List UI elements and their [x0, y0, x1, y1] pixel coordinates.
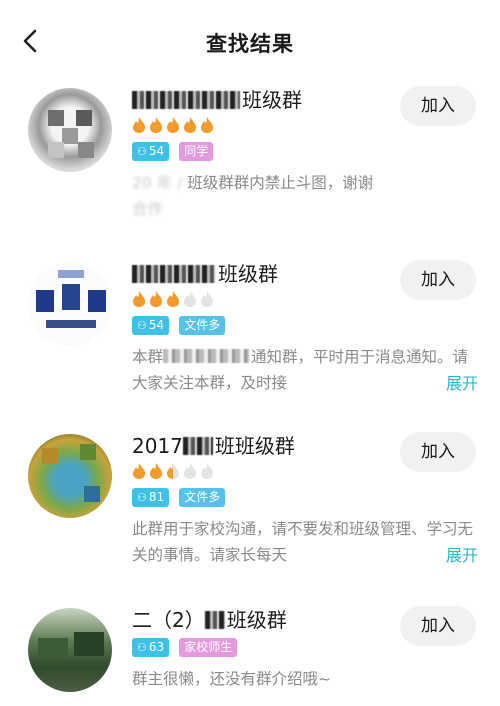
category-tag: 文件多 — [179, 488, 226, 507]
person-icon: ⚇ — [137, 145, 147, 158]
category-tag: 同学 — [179, 142, 214, 161]
group-avatar — [28, 608, 112, 692]
activity-flames — [132, 116, 217, 136]
person-icon: ⚇ — [137, 319, 147, 332]
activity-flames — [132, 290, 217, 310]
tag-row: ⚇ 63 家校师生 — [132, 638, 242, 658]
group-name: 班级群 — [132, 84, 302, 113]
tag-row: ⚇ 81 文件多 — [132, 488, 230, 508]
redacted-text — [132, 91, 240, 109]
join-button[interactable]: 加入 — [400, 432, 476, 472]
group-name: 班级群 — [132, 258, 278, 287]
top-bar: 查找结果 — [0, 0, 500, 88]
group-result-card[interactable]: 班级群 ⚇ 54 文件多 本群 通知群，平时用于消息通知。请大家关注本群，及时接 展… — [0, 258, 500, 408]
group-name: 2017 班班级群 — [132, 434, 295, 458]
activity-flames — [132, 462, 217, 482]
flame-icon — [183, 290, 197, 308]
flame-icon — [149, 462, 163, 480]
tag-row: ⚇ 54 同学 — [132, 142, 218, 162]
page-title: 查找结果 — [206, 32, 294, 56]
join-button[interactable]: 加入 — [400, 86, 476, 126]
group-result-card[interactable]: 2017 班班级群 ⚇ 81 文件多 此群用于家校沟通，请不要发和班级管理、学习无关… — [0, 430, 500, 580]
member-count-badge: ⚇ 63 — [132, 638, 170, 657]
group-result-card[interactable]: 二（2） 班级群 ⚇ 63 家校师生 群主很懒，还没有群介绍哦~ 加入 — [0, 604, 500, 704]
group-description: 此群用于家校沟通，请不要发和班级管理、学习无关的事情。请家长每天 — [132, 520, 474, 564]
flame-icon — [132, 290, 146, 308]
member-count-badge: ⚇ 54 — [132, 316, 170, 335]
group-avatar — [28, 88, 112, 172]
flame-icon — [149, 116, 163, 134]
redacted-text — [204, 611, 225, 629]
person-icon: ⚇ — [137, 641, 147, 654]
join-button[interactable]: 加入 — [400, 260, 476, 300]
group-result-card[interactable]: 班级群 ⚇ 54 同学 20 年 / 班级群群内禁止斗图，谢谢 合作 加入 — [0, 84, 500, 234]
join-button[interactable]: 加入 — [400, 606, 476, 646]
flame-icon — [132, 116, 146, 134]
tag-row: ⚇ 54 文件多 — [132, 316, 230, 336]
group-avatar — [28, 262, 112, 346]
flame-icon — [200, 116, 214, 134]
redacted-text — [182, 437, 213, 455]
expand-link[interactable]: 展开 — [446, 542, 478, 566]
person-icon: ⚇ — [137, 491, 147, 504]
flame-icon — [200, 462, 214, 480]
flame-icon — [183, 116, 197, 134]
group-avatar — [28, 434, 112, 518]
group-description: 群主很懒，还没有群介绍哦~ — [132, 670, 331, 688]
flame-icon — [166, 462, 180, 480]
redacted-text — [132, 265, 216, 283]
category-tag: 文件多 — [179, 316, 226, 335]
expand-link[interactable]: 展开 — [446, 370, 478, 394]
flame-icon — [166, 290, 180, 308]
member-count-badge: ⚇ 54 — [132, 142, 170, 161]
flame-icon — [200, 290, 214, 308]
flame-icon — [166, 116, 180, 134]
group-description: 本群 通知群，平时用于消息通知。请大家关注本群，及时接 — [132, 348, 469, 392]
member-count-badge: ⚇ 81 — [132, 488, 170, 507]
group-description: 20 年 / 班级群群内禁止斗图，谢谢 合作 — [132, 174, 374, 218]
flame-icon — [132, 462, 146, 480]
flame-icon — [183, 462, 197, 480]
redacted-text — [163, 349, 250, 363]
category-tag: 家校师生 — [179, 638, 238, 657]
flame-icon — [149, 290, 163, 308]
group-name: 二（2） 班级群 — [132, 608, 287, 632]
